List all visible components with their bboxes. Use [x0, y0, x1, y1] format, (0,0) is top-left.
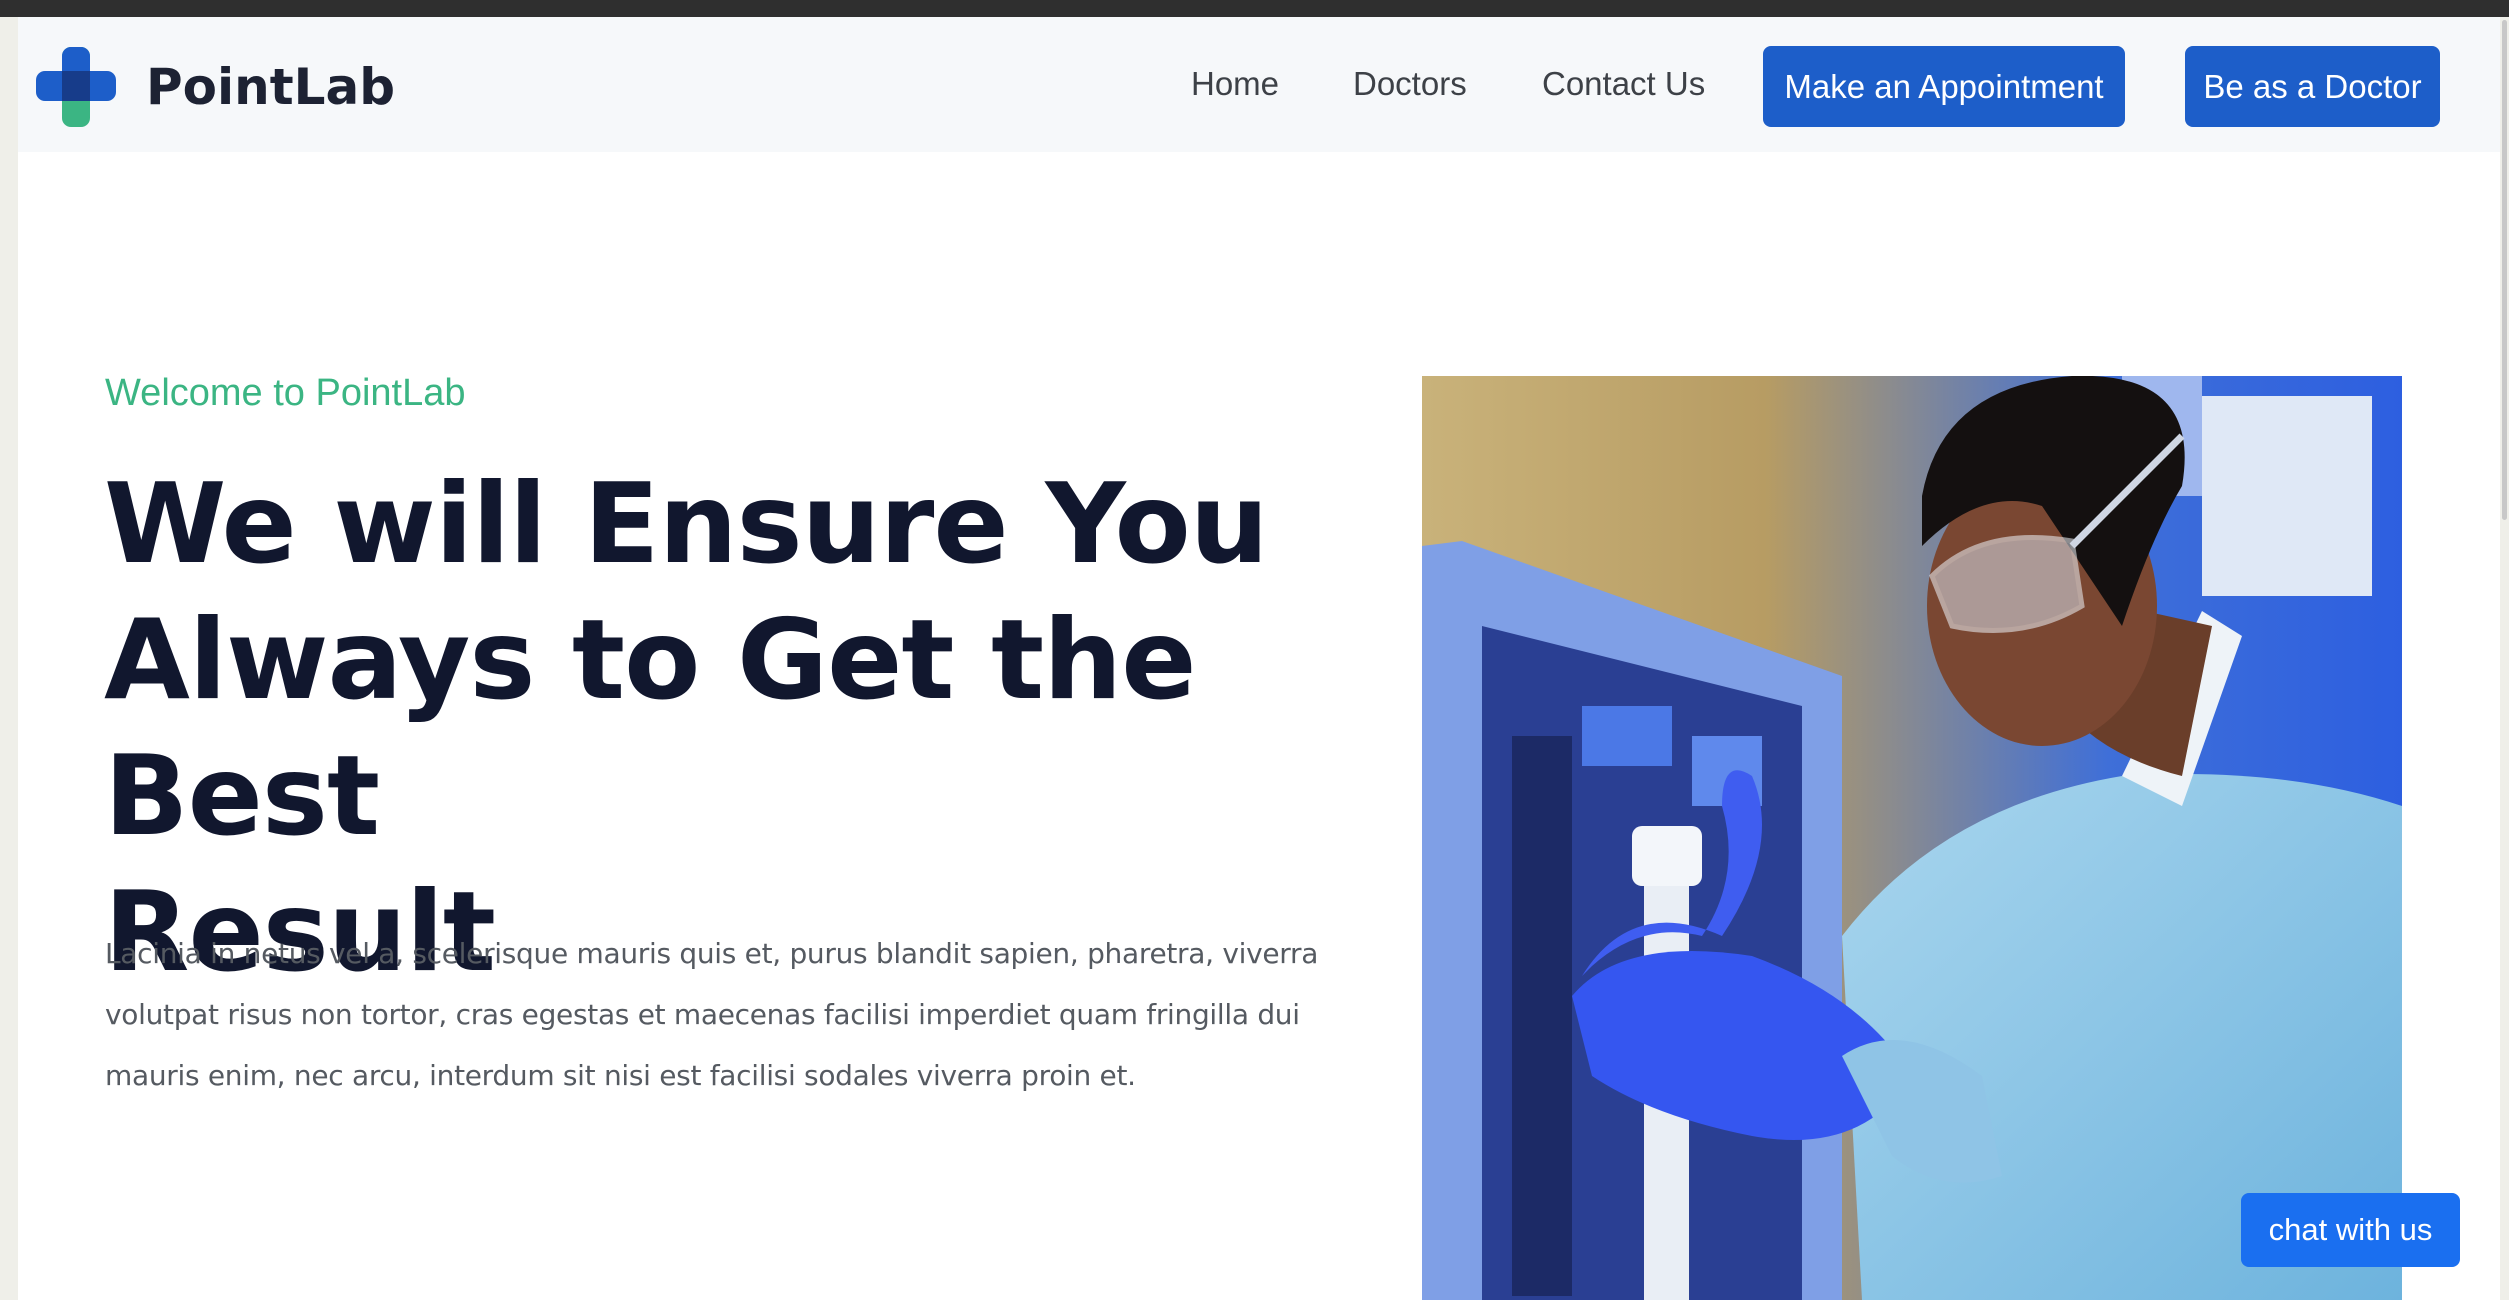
nav-link-doctors[interactable]: Doctors [1353, 65, 1467, 103]
welcome-tagline: Welcome to PointLab [105, 372, 466, 414]
intro-line-3: mauris enim, nec arcu, interdum sit nisi… [105, 1059, 1136, 1092]
intro-line-1: Lacinia in netus vel a, scelerisque maur… [105, 937, 1319, 970]
be-a-doctor-button[interactable]: Be as a Doctor [2185, 46, 2440, 127]
nav-link-home[interactable]: Home [1191, 65, 1279, 103]
headline-line-2: Always to Get the Best [104, 596, 1196, 861]
navbar: PointLab Home Doctors Contact Us Make an… [18, 17, 2500, 152]
hero-intro-text: Lacinia in netus vel a, scelerisque maur… [105, 923, 1325, 1106]
page: PointLab Home Doctors Contact Us Make an… [18, 17, 2500, 1300]
logo-text: PointLab [146, 58, 396, 116]
make-appointment-button[interactable]: Make an Appointment [1763, 46, 2125, 127]
chat-with-us-button[interactable]: chat with us [2241, 1193, 2460, 1267]
nav-link-contact-us[interactable]: Contact Us [1542, 65, 1705, 103]
scrollbar-thumb[interactable] [2502, 20, 2507, 520]
window-top-border [0, 0, 2509, 17]
headline-line-1: We will Ensure You [104, 460, 1269, 589]
medical-cross-icon [36, 47, 116, 127]
intro-line-2: volutpat risus non tortor, cras egestas … [105, 998, 1300, 1031]
lab-scientist-photo [1422, 376, 2402, 1300]
hero-headline: We will Ensure You Always to Get the Bes… [104, 457, 1364, 1001]
scientist-illustration [1422, 376, 2402, 1300]
logo[interactable]: PointLab [36, 47, 395, 127]
